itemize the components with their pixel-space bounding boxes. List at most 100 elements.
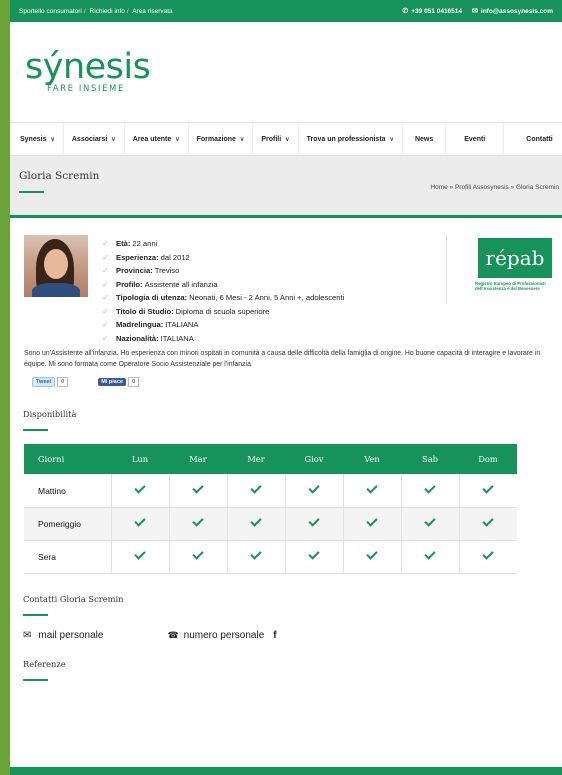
like-button[interactable]: Mi piace xyxy=(98,378,126,387)
availability-cell xyxy=(111,474,170,508)
chevron-down-icon: ∨ xyxy=(239,136,245,143)
check-icon: ✓ xyxy=(102,239,109,249)
check-icon xyxy=(249,483,263,495)
profile-section: ✓ Età: 22 anni ✓ Esperienza: dal 2012 ✓ Provinc… xyxy=(10,218,562,353)
availability-cell xyxy=(401,507,460,541)
chevron-down-icon: ∨ xyxy=(285,136,290,143)
nav-item-area-utente[interactable]: Area utente ∨ xyxy=(125,123,189,155)
separator: / xyxy=(83,7,86,15)
nav-item-formazione[interactable]: Formazione ∨ xyxy=(189,123,254,155)
title-underline xyxy=(19,191,44,193)
tweet-widget: Tweet 0 xyxy=(32,377,69,388)
like-widget: Mi piace 0 xyxy=(98,377,140,388)
availability-cell xyxy=(343,474,402,508)
profile-facts: ✓ Età: 22 anni ✓ Esperienza: dal 2012 ✓ Provinc… xyxy=(102,237,344,345)
top-link-richiedi[interactable]: Richiedi info xyxy=(90,8,125,15)
site-logo[interactable]: sýnesis FARE INSIEME xyxy=(25,47,151,95)
top-phone[interactable]: ✆ +39 051 0416514 xyxy=(402,7,462,15)
logo-word: sýnesis xyxy=(25,47,151,87)
title-band: Gloria Scremin Home » Profili Assosynesi… xyxy=(10,156,562,218)
contacts-underline xyxy=(23,613,48,616)
fact-value: 22 anni xyxy=(132,239,158,249)
check-icon: ✓ xyxy=(102,279,109,289)
facebook-icon[interactable]: f xyxy=(273,630,276,641)
top-phone-text: +39 051 0416514 xyxy=(411,8,463,15)
profile-fact: ✓ Nazionalità: ITALIANA xyxy=(102,332,344,346)
profile-fact: ✓ Esperienza: dal 2012 xyxy=(102,251,344,265)
tweet-count: 0 xyxy=(57,377,69,388)
nav-item-profili[interactable]: Profili ∨ xyxy=(253,123,299,155)
phone-link[interactable]: numero personale xyxy=(184,630,265,641)
availability-cell xyxy=(285,540,344,574)
fact-label: Età: xyxy=(116,239,131,249)
fact-label: Provincia: xyxy=(116,266,153,276)
nav-item-associarsi[interactable]: Associarsi ∨ xyxy=(64,123,125,155)
availability-header-row: Giorni Lun Mar Mer Giov Ven Sab Dom xyxy=(24,444,517,475)
column-header: Lun xyxy=(111,444,169,475)
header: sýnesis FARE INSIEME xyxy=(10,22,562,122)
column-header: Sab xyxy=(401,444,459,475)
separator: / xyxy=(126,7,129,15)
availability-cell xyxy=(111,507,170,541)
nav-item-label: Trova un professionista xyxy=(306,135,386,143)
check-icon xyxy=(133,549,147,561)
nav-item-synesis[interactable]: Synesis ∨ xyxy=(10,123,64,155)
breadcrumb[interactable]: Home » Profili Assosynesis » Gloria Scre… xyxy=(430,184,559,191)
profile-fact: ✓ Età: 22 anni xyxy=(102,237,344,251)
fact-label: Tipologia di utenza: xyxy=(116,293,188,303)
column-header: Mer xyxy=(227,444,285,475)
availability-underline xyxy=(23,429,48,432)
top-link-area[interactable]: Area riservata xyxy=(132,8,172,15)
top-links: Sportello consumatori / Richiedi info / Ar… xyxy=(19,8,173,15)
fact-value: Diploma di scuola superiore xyxy=(175,306,270,316)
nav-item-eventi[interactable]: Eventi xyxy=(446,123,505,155)
mail-link[interactable]: mail personale xyxy=(38,630,103,641)
nav-item-trova-un-professionista[interactable]: Trova un professionista ∨ xyxy=(299,123,403,155)
nav-item-contatti[interactable]: Contatti xyxy=(504,123,552,155)
nav-item-label: News xyxy=(414,135,434,143)
check-icon: ✓ xyxy=(102,333,109,343)
nav-item-label: Eventi xyxy=(464,135,486,143)
chevron-down-icon: ∨ xyxy=(175,136,180,143)
availability-cell xyxy=(459,507,517,541)
footer-bar xyxy=(10,767,562,775)
column-header: Giorni xyxy=(24,444,111,475)
tweet-button[interactable]: Tweet xyxy=(32,377,56,388)
phone-icon: ✆ xyxy=(402,8,409,15)
fact-value: Treviso xyxy=(154,266,180,276)
envelope-icon: ✉ xyxy=(472,8,478,15)
check-icon xyxy=(423,516,437,528)
check-icon xyxy=(365,483,379,495)
nav-item-news[interactable]: News xyxy=(403,123,447,155)
check-icon xyxy=(481,483,495,495)
repab-badge[interactable]: répab Registro Europeo di Professionisti… xyxy=(446,235,554,303)
chevron-down-icon: ∨ xyxy=(111,136,116,143)
availability-cell xyxy=(343,540,402,574)
fact-value: ITALIANA xyxy=(160,333,194,343)
fact-label: Profilo: xyxy=(116,279,143,289)
availability-cell xyxy=(169,540,228,574)
availability-cell xyxy=(111,540,170,574)
fact-value: dal 2012 xyxy=(160,252,190,262)
check-icon xyxy=(191,516,205,528)
check-icon xyxy=(365,516,379,528)
column-header: Dom xyxy=(459,444,517,475)
fact-label: Esperienza: xyxy=(116,252,159,262)
profile-fact: ✓ Profilo: Assistente all infanzia xyxy=(102,278,344,292)
availability-cell xyxy=(169,474,228,508)
availability-table: Giorni Lun Mar Mer Giov Ven Sab Dom Mattino Pome… xyxy=(24,444,517,574)
contacts-heading: Contatti Gloria Scremin xyxy=(23,593,124,604)
top-email[interactable]: ✉ info@assosynesis.com xyxy=(472,7,553,15)
phone-icon: ☎ xyxy=(167,629,179,640)
references-heading: Referenze xyxy=(23,658,66,669)
check-icon xyxy=(191,483,205,495)
profile-fact: ✓ Titolo di Studio: Diploma di scuola supe… xyxy=(102,305,344,319)
fact-value: Assistente all infanzia xyxy=(144,279,218,289)
availability-cell xyxy=(169,507,228,541)
availability-cell xyxy=(285,507,344,541)
row-label: Pomeriggio xyxy=(24,507,112,541)
top-email-text: info@assosynesis.com xyxy=(480,8,553,15)
check-icon xyxy=(133,483,147,495)
top-link-sportello[interactable]: Sportello consumatori xyxy=(19,8,82,15)
like-count: 0 xyxy=(127,377,140,388)
